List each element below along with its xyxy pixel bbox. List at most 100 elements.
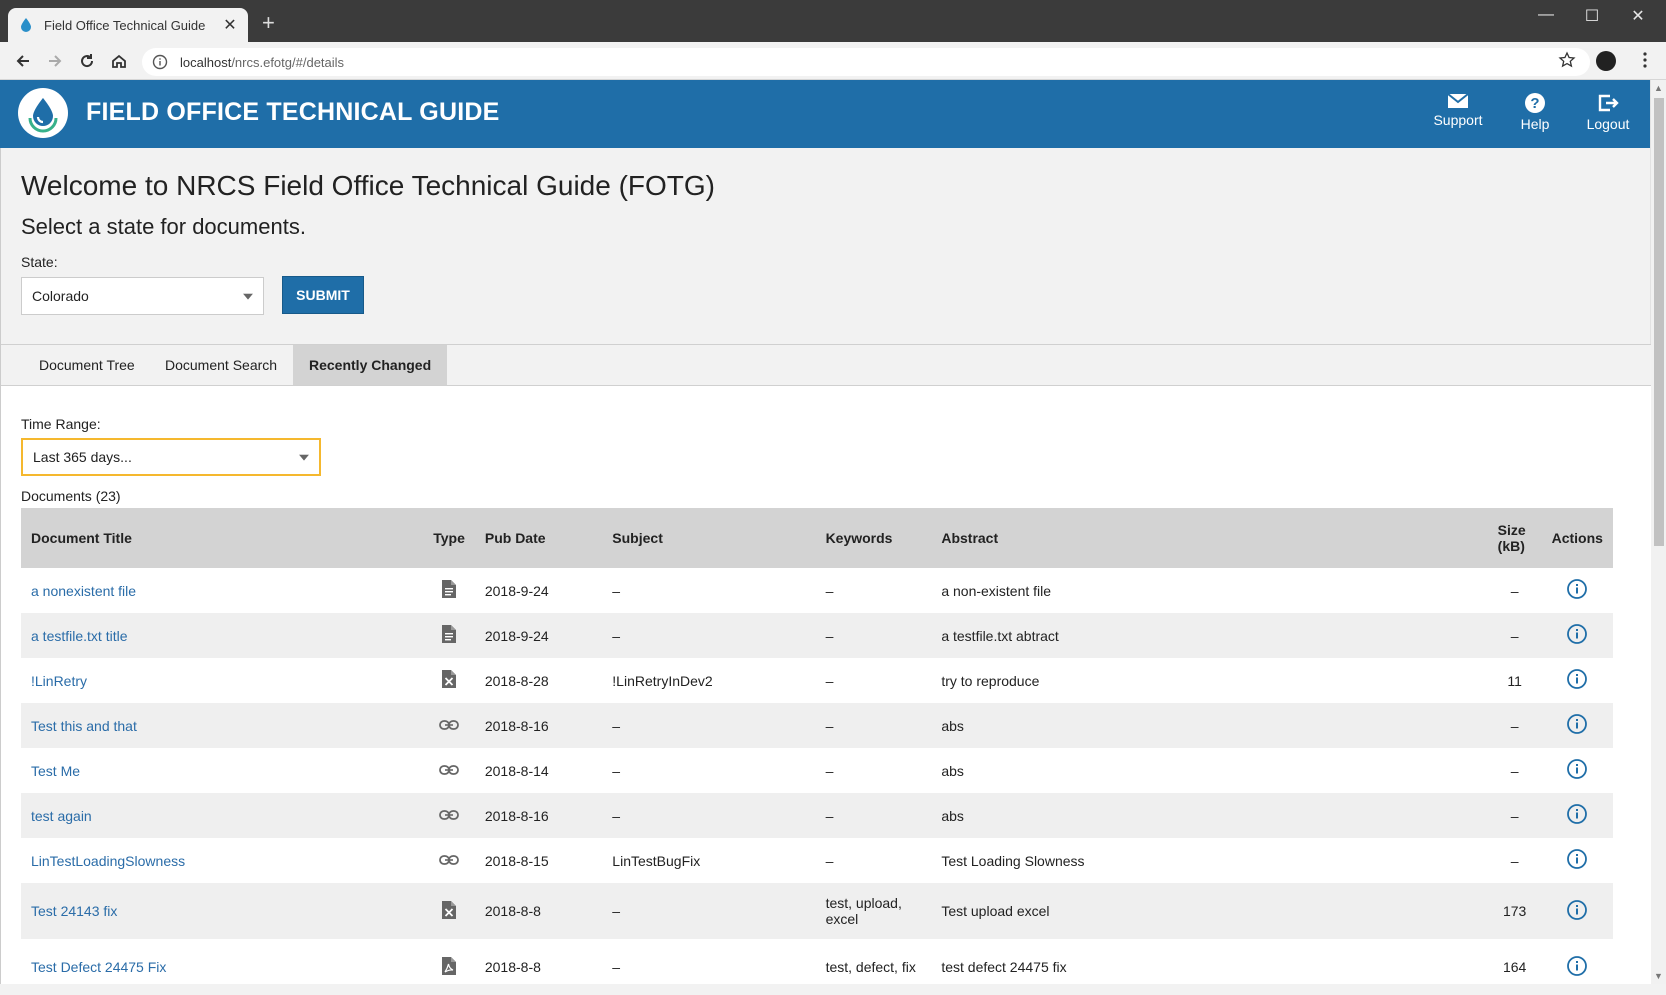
- app-title: FIELD OFFICE TECHNICAL GUIDE: [86, 98, 500, 126]
- page-title: Welcome to NRCS Field Office Technical G…: [21, 170, 715, 201]
- doc-type-cell: [423, 939, 475, 995]
- browser-tab[interactable]: Field Office Technical Guide ✕: [8, 8, 248, 42]
- support-button[interactable]: Support: [1432, 92, 1484, 128]
- forward-icon[interactable]: [44, 50, 66, 72]
- col-size[interactable]: Size (kB): [1487, 508, 1542, 568]
- logout-button[interactable]: Logout: [1583, 92, 1633, 132]
- info-icon[interactable]: [1566, 623, 1588, 648]
- bookmark-star-icon[interactable]: [1558, 51, 1576, 74]
- table-header-row: Document Title Type Pub Date Subject Key…: [21, 508, 1613, 568]
- support-label: Support: [1433, 112, 1483, 128]
- maximize-icon[interactable]: ☐: [1582, 6, 1602, 26]
- chevron-down-icon: [299, 454, 309, 461]
- doc-subject: –: [602, 793, 816, 838]
- col-abstract[interactable]: Abstract: [931, 508, 1488, 568]
- address-bar[interactable]: localhost/nrcs.efotg/#/details: [142, 48, 1590, 76]
- page-scrollbar[interactable]: ▲ ▼: [1650, 80, 1666, 984]
- minimize-icon[interactable]: —: [1536, 6, 1556, 24]
- reload-icon[interactable]: [76, 50, 98, 72]
- state-select[interactable]: Colorado: [21, 277, 264, 315]
- col-keywords[interactable]: Keywords: [815, 508, 932, 568]
- doc-title-link[interactable]: !LinRetry: [31, 673, 87, 689]
- pdf-icon: [440, 956, 458, 979]
- logout-label: Logout: [1586, 116, 1630, 132]
- col-actions: Actions: [1541, 508, 1613, 568]
- app-header: FIELD OFFICE TECHNICAL GUIDE Support ? H…: [0, 80, 1650, 148]
- link-icon: [439, 808, 459, 824]
- recently-changed-panel: Time Range: Last 365 days... Documents (…: [1, 386, 1651, 984]
- info-icon[interactable]: [1566, 848, 1588, 873]
- link-icon: [439, 763, 459, 779]
- col-pub-date[interactable]: Pub Date: [474, 508, 603, 568]
- doc-title-cell: Test Defect 24475 Fix: [21, 939, 423, 995]
- info-icon[interactable]: [1566, 713, 1588, 738]
- doc-title-link[interactable]: test again: [31, 808, 92, 824]
- link-icon: [439, 718, 459, 734]
- doc-abstract: a non-existent file: [941, 582, 1052, 599]
- doc-title-link[interactable]: a nonexistent file: [31, 583, 136, 599]
- doc-title-cell: Test 24143 fix: [21, 883, 424, 939]
- browser-menu-icon[interactable]: [1642, 51, 1648, 74]
- info-icon[interactable]: [1566, 668, 1588, 693]
- doc-type-cell: [423, 613, 475, 658]
- info-icon[interactable]: [1566, 803, 1588, 828]
- table-row: Test Defect 24475 Fix 2018-8-8 – test, defe…: [21, 939, 1613, 995]
- doc-pub-date: 2018-9-24: [484, 582, 549, 599]
- tab-document-tree[interactable]: Document Tree: [23, 345, 151, 385]
- doc-title-link[interactable]: Test Me: [31, 763, 80, 779]
- state-select-value: Colorado: [32, 288, 89, 304]
- table-row: Test this and that 2018-8-16– – abs –: [21, 703, 1613, 748]
- doc-actions-cell: [1542, 838, 1613, 883]
- scrollbar-thumb[interactable]: [1654, 98, 1664, 546]
- doc-title-link[interactable]: LinTestLoadingSlowness: [31, 853, 185, 869]
- col-subject[interactable]: Subject: [602, 508, 816, 568]
- doc-abstract: test defect 24475 fix: [941, 959, 1067, 975]
- time-range-select[interactable]: Last 365 days...: [21, 438, 321, 476]
- document-icon: [440, 580, 458, 602]
- doc-title-link[interactable]: Test this and that: [31, 718, 137, 734]
- tab-document-search[interactable]: Document Search: [149, 345, 293, 385]
- doc-abstract: abs: [941, 762, 964, 779]
- doc-subject: –: [612, 582, 621, 599]
- info-icon[interactable]: [1566, 578, 1588, 603]
- extension-icon[interactable]: [1596, 51, 1616, 71]
- help-button[interactable]: ? Help: [1515, 92, 1555, 132]
- doc-pub-date: 2018-8-28: [484, 672, 549, 689]
- table-row: a testfile.txt title 2018-9-24– – a testfil…: [21, 613, 1613, 658]
- doc-pub-date: 2018-8-8: [474, 883, 603, 939]
- main-content: Welcome to NRCS Field Office Technical G…: [0, 148, 1651, 984]
- doc-size: –: [1487, 613, 1542, 658]
- info-icon[interactable]: [1566, 955, 1588, 980]
- scroll-down-icon[interactable]: ▼: [1654, 971, 1663, 981]
- home-icon[interactable]: [108, 50, 130, 72]
- doc-keywords: –: [825, 762, 834, 779]
- table-row: !LinRetry 2018-8-28 !LinRetryInDev2 – try to…: [21, 658, 1613, 703]
- doc-title-cell: !LinRetry: [21, 658, 423, 703]
- doc-size: –: [1487, 793, 1542, 838]
- link-icon: [439, 853, 459, 869]
- new-tab-icon[interactable]: +: [262, 12, 275, 34]
- close-tab-icon[interactable]: ✕: [222, 15, 238, 35]
- doc-title-link[interactable]: Test 24143 fix: [31, 903, 117, 919]
- tab-recently-changed[interactable]: Recently Changed: [293, 345, 448, 385]
- url-path: /nrcs.efotg/#/details: [231, 54, 345, 70]
- doc-actions-cell: [1542, 939, 1613, 995]
- info-icon[interactable]: [1566, 899, 1588, 924]
- doc-title-link[interactable]: Test Defect 24475 Fix: [31, 959, 166, 975]
- doc-actions-cell: [1542, 658, 1613, 703]
- col-type[interactable]: Type: [423, 508, 475, 568]
- doc-title-link[interactable]: a testfile.txt title: [31, 628, 127, 644]
- scroll-up-icon[interactable]: ▲: [1654, 83, 1663, 93]
- tab-bar: Document Tree Document Search Recently C…: [1, 344, 1651, 386]
- back-icon[interactable]: [12, 50, 34, 72]
- doc-actions-cell: [1542, 748, 1613, 793]
- submit-button[interactable]: SUBMIT: [282, 276, 364, 314]
- doc-abstract: abs: [931, 793, 1488, 838]
- window-close-icon[interactable]: ✕: [1628, 6, 1648, 26]
- doc-size: –: [1510, 762, 1519, 779]
- site-info-icon[interactable]: [152, 54, 168, 70]
- doc-title-cell: a testfile.txt title: [21, 613, 424, 658]
- info-icon[interactable]: [1566, 758, 1588, 783]
- col-document-title[interactable]: Document Title: [21, 508, 424, 568]
- time-range-label: Time Range:: [21, 416, 101, 432]
